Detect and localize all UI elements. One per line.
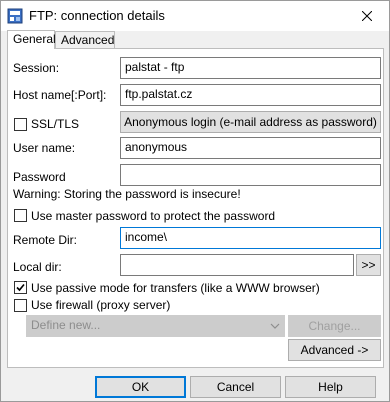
general-panel: Session: palstat - ftp Host name[:Port]:… xyxy=(7,48,384,368)
tab-general[interactable]: General xyxy=(7,30,56,49)
local-dir-browse-button[interactable]: >> xyxy=(356,254,381,276)
local-dir-label: Local dir: xyxy=(13,260,62,274)
close-icon xyxy=(362,11,372,21)
anonymous-login-button[interactable]: Anonymous login (e-mail address as passw… xyxy=(120,111,381,133)
session-label: Session: xyxy=(13,61,60,75)
firewall-select[interactable]: Define new... xyxy=(26,315,285,337)
ssl-checkbox[interactable] xyxy=(14,118,27,131)
change-button[interactable]: Change... xyxy=(288,315,381,337)
firewall-checkbox[interactable] xyxy=(14,299,27,312)
help-button[interactable]: Help xyxy=(285,376,376,398)
ok-button[interactable]: OK xyxy=(95,376,186,398)
ssl-label: SSL/TLS xyxy=(31,117,80,131)
close-button[interactable] xyxy=(345,1,389,31)
passive-mode-label: Use passive mode for transfers (like a W… xyxy=(31,281,320,295)
password-warning: Warning: Storing the password is insecur… xyxy=(13,187,241,201)
firewall-select-value: Define new... xyxy=(31,318,101,332)
remote-dir-label: Remote Dir: xyxy=(13,233,78,247)
cancel-button[interactable]: Cancel xyxy=(190,376,281,398)
session-input[interactable]: palstat - ftp xyxy=(120,57,381,79)
chevron-down-icon xyxy=(270,323,280,329)
ftp-connection-dialog: FTP: connection details General Advanced… xyxy=(0,0,390,402)
master-password-checkbox[interactable] xyxy=(14,209,27,222)
local-dir-input[interactable] xyxy=(120,254,354,276)
password-label: Password xyxy=(13,170,66,184)
user-input[interactable]: anonymous xyxy=(120,137,381,159)
host-input[interactable]: ftp.palstat.cz xyxy=(120,84,381,106)
advanced-button[interactable]: Advanced -> xyxy=(288,339,381,361)
password-input[interactable] xyxy=(120,164,381,186)
user-label: User name: xyxy=(13,141,76,155)
checkmark-icon xyxy=(16,283,25,292)
tab-advanced[interactable]: Advanced xyxy=(55,31,115,48)
title-bar: FTP: connection details xyxy=(1,1,389,31)
app-icon xyxy=(7,8,23,24)
passive-mode-checkbox[interactable] xyxy=(14,281,27,294)
firewall-label: Use firewall (proxy server) xyxy=(31,298,171,312)
window-title: FTP: connection details xyxy=(29,8,165,23)
remote-dir-input[interactable]: income\ xyxy=(120,227,381,249)
host-label: Host name[:Port]: xyxy=(13,88,107,102)
master-password-label: Use master password to protect the passw… xyxy=(31,209,276,223)
